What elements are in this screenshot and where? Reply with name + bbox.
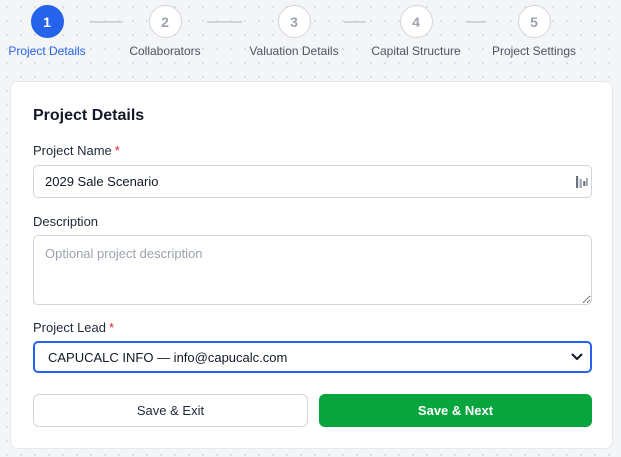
project-name-label-text: Project Name	[33, 143, 112, 158]
step-number: 4	[399, 5, 433, 38]
step-collaborators[interactable]: 2 Collaborators	[105, 5, 225, 58]
step-label: Capital Structure	[371, 44, 461, 58]
step-project-settings[interactable]: 5 Project Settings	[474, 5, 594, 58]
chevron-down-icon	[564, 353, 590, 361]
project-lead-select[interactable]: CAPUCALC INFO — info@capucalc.com	[33, 341, 592, 373]
save-next-button[interactable]: Save & Next	[319, 394, 592, 427]
required-marker: *	[114, 143, 120, 158]
save-exit-button[interactable]: Save & Exit	[33, 394, 308, 427]
project-lead-label: Project Lead *	[33, 320, 114, 335]
step-number: 5	[517, 5, 551, 38]
autofill-icon[interactable]	[576, 175, 588, 189]
step-label: Project Details	[8, 44, 86, 58]
description-label: Description	[33, 214, 99, 229]
project-name-label: Project Name *	[33, 143, 120, 158]
project-lead-selected-value: CAPUCALC INFO — info@capucalc.com	[48, 349, 288, 365]
step-valuation-details[interactable]: 3 Valuation Details	[234, 5, 354, 58]
project-name-input[interactable]	[33, 165, 592, 198]
step-number: 1	[30, 5, 64, 38]
step-project-details[interactable]: 1 Project Details	[0, 5, 107, 58]
card-title: Project Details	[33, 107, 145, 124]
step-label: Collaborators	[129, 44, 201, 58]
required-marker: *	[109, 320, 115, 335]
step-label: Valuation Details	[249, 44, 339, 58]
step-capital-structure[interactable]: 4 Capital Structure	[356, 5, 476, 58]
project-lead-label-text: Project Lead	[33, 320, 106, 335]
project-details-card: Project Details Project Name* Descriptio…	[10, 81, 613, 449]
progress-stepper: 1 Project Details 2 Collaborators 3 Valu…	[0, 0, 621, 70]
step-number: 2	[148, 5, 182, 38]
step-label: Project Settings	[491, 44, 577, 58]
step-number: 3	[277, 5, 311, 38]
description-textarea[interactable]	[33, 235, 592, 305]
